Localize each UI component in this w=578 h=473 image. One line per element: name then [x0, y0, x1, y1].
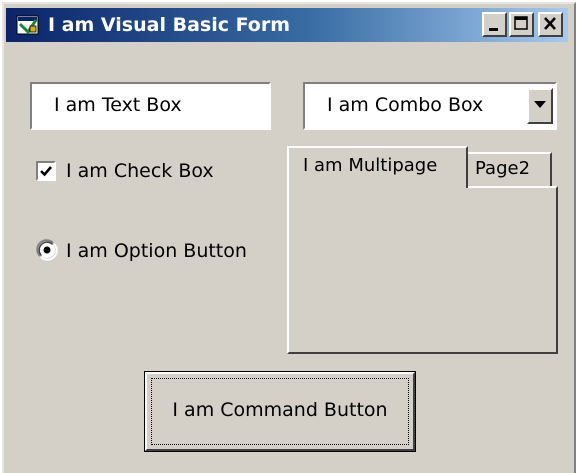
window-title: I am Visual Basic Form	[48, 14, 291, 36]
multipage-panel	[287, 186, 558, 354]
option-button[interactable]	[36, 239, 58, 261]
command-button-label: I am Command Button	[172, 399, 388, 421]
check-box-label[interactable]: I am Check Box	[66, 157, 214, 185]
tab-page2[interactable]: Page2	[466, 152, 552, 186]
text-box[interactable]: I am Text Box	[30, 82, 271, 130]
option-button-label[interactable]: I am Option Button	[66, 237, 247, 265]
vb-form-icon[interactable]	[16, 14, 40, 36]
command-button[interactable]: I am Command Button	[144, 371, 416, 452]
maximize-button[interactable]	[509, 12, 534, 37]
close-button[interactable]	[538, 12, 563, 37]
active-tab-join	[289, 184, 466, 190]
title-bar[interactable]: I am Visual Basic Form	[6, 8, 568, 42]
minimize-button[interactable]	[482, 12, 507, 37]
option-selected-dot-icon	[43, 246, 51, 254]
check-box[interactable]	[36, 161, 56, 181]
combo-box-value: I am Combo Box	[327, 94, 484, 116]
combo-dropdown-button[interactable]	[527, 88, 553, 124]
tab-multipage[interactable]: I am Multipage	[287, 146, 468, 188]
combo-box[interactable]: I am Combo Box	[303, 82, 557, 130]
